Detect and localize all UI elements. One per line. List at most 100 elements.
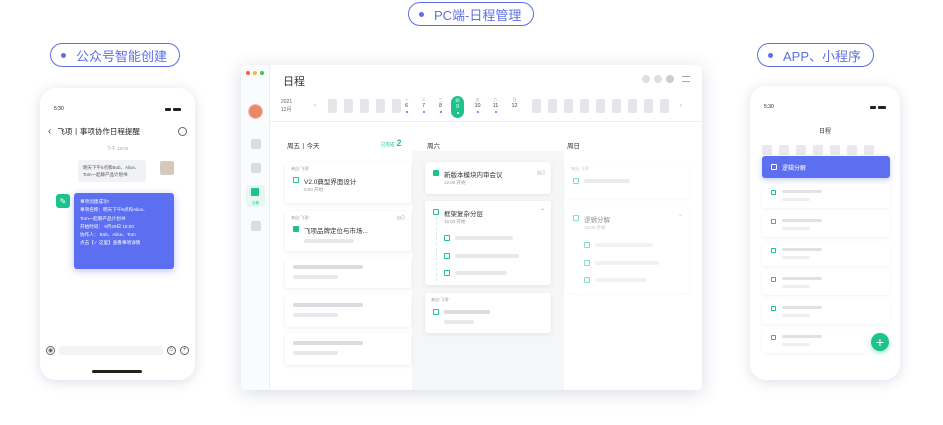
task-card[interactable]: 来自“飞项” V2.0典型界面设计 9:00 开始 bbox=[285, 162, 411, 203]
task-card[interactable]: 来自“飞项” bbox=[425, 293, 551, 333]
day-cell[interactable] bbox=[830, 145, 840, 155]
sidebar-item-3[interactable] bbox=[251, 221, 261, 231]
back-arrow-icon[interactable]: ‹ bbox=[48, 126, 51, 137]
checkbox-icon[interactable] bbox=[573, 178, 579, 184]
task-card-placeholder[interactable] bbox=[285, 295, 411, 327]
checkbox-checked-icon[interactable] bbox=[293, 226, 299, 232]
text-placeholder bbox=[293, 303, 363, 307]
signal-battery-icon bbox=[165, 107, 181, 111]
subtask-checkbox-icon[interactable] bbox=[444, 253, 450, 259]
subtask-checkbox-icon[interactable] bbox=[584, 260, 590, 266]
date-cell-today[interactable]: 四 9 bbox=[451, 96, 464, 118]
day-cell[interactable] bbox=[864, 145, 874, 155]
checkbox-icon[interactable] bbox=[771, 335, 776, 340]
collapse-arrow-icon[interactable]: ⌃ bbox=[540, 208, 545, 215]
sidebar-item-schedule[interactable]: 日程 bbox=[246, 185, 265, 207]
text-placeholder bbox=[782, 227, 810, 230]
day-cell[interactable] bbox=[796, 145, 806, 155]
task-row[interactable] bbox=[762, 329, 866, 353]
subtask-placeholder bbox=[455, 254, 519, 258]
view-detail-link[interactable]: 点击【✓ 这里】查看事项详情 bbox=[80, 239, 168, 247]
checkbox-icon[interactable] bbox=[433, 309, 439, 315]
checkbox-checked-icon[interactable] bbox=[433, 170, 439, 176]
checkbox-icon[interactable] bbox=[433, 209, 439, 215]
task-row[interactable] bbox=[762, 300, 890, 324]
day-cell[interactable] bbox=[779, 145, 789, 155]
date-cell[interactable]: 三 8 bbox=[436, 97, 445, 113]
task-row[interactable] bbox=[762, 184, 890, 208]
date-placeholder bbox=[360, 99, 369, 113]
subtask-checkbox-icon[interactable] bbox=[444, 270, 450, 276]
checkbox-icon[interactable] bbox=[573, 215, 579, 221]
subtask-checkbox-icon[interactable] bbox=[584, 277, 590, 283]
subtask-checkbox-icon[interactable] bbox=[584, 242, 590, 248]
checkbox-icon[interactable] bbox=[771, 248, 776, 253]
column-header-sunday: 周日 bbox=[567, 143, 580, 150]
event-dot-icon bbox=[439, 111, 442, 113]
task-card-placeholder[interactable] bbox=[285, 258, 411, 288]
control-dot-icon[interactable] bbox=[666, 75, 674, 83]
sidebar-item-2[interactable] bbox=[251, 163, 261, 173]
next-week-arrow-icon[interactable]: › bbox=[680, 103, 682, 109]
column-header-friday: 周五丨今天 bbox=[287, 143, 320, 150]
task-created-card[interactable]: 事项创建成功! 事项名称：明天下午5点和Alice、 Tom一起聊产品计划书 开… bbox=[74, 193, 174, 269]
date-cell[interactable]: 一 6 bbox=[402, 97, 411, 113]
date-placeholder bbox=[328, 99, 337, 113]
date-cell[interactable]: 二 7 bbox=[419, 97, 428, 113]
column-header-saturday: 周六 bbox=[427, 143, 440, 150]
status-time: 5:30 bbox=[54, 106, 64, 112]
date-cell[interactable]: 六 11 bbox=[491, 97, 500, 113]
bullet-icon bbox=[768, 52, 773, 58]
status-bar: 5:30 bbox=[750, 100, 900, 114]
message-input[interactable] bbox=[59, 345, 163, 355]
chat-input-bar: ◉ ☺ + bbox=[40, 342, 195, 358]
task-row[interactable] bbox=[762, 271, 890, 295]
task-card[interactable]: 新版本模块内审会议 12:00 开始 自己 bbox=[425, 162, 551, 194]
task-row[interactable] bbox=[762, 242, 890, 266]
task-card[interactable]: 来自“飞项” bbox=[565, 162, 689, 198]
day-cell[interactable] bbox=[847, 145, 857, 155]
subtask-checkbox-icon[interactable] bbox=[444, 235, 450, 241]
text-placeholder bbox=[782, 285, 810, 288]
date-cell[interactable]: 日 12 bbox=[510, 97, 519, 110]
plus-icon[interactable]: + bbox=[180, 345, 189, 355]
checkbox-icon[interactable] bbox=[771, 219, 776, 224]
voice-icon[interactable]: ◉ bbox=[46, 345, 55, 355]
checkbox-icon[interactable] bbox=[771, 164, 777, 170]
profile-icon[interactable] bbox=[178, 126, 187, 136]
date-placeholder bbox=[344, 99, 353, 113]
task-card-placeholder[interactable] bbox=[285, 333, 411, 365]
checkbox-icon[interactable] bbox=[293, 177, 299, 183]
minimize-dot-icon[interactable] bbox=[253, 71, 257, 75]
text-placeholder bbox=[782, 335, 822, 338]
checkbox-icon[interactable] bbox=[771, 190, 776, 195]
sidebar-item-1[interactable] bbox=[251, 139, 261, 149]
event-dot-icon bbox=[494, 111, 497, 113]
task-card-expanded[interactable]: 框架复杂分层 16:00 开始 ⌃ bbox=[425, 201, 551, 285]
date-placeholder bbox=[532, 99, 541, 113]
user-avatar[interactable] bbox=[248, 104, 263, 119]
bullet-icon bbox=[61, 52, 66, 58]
task-card-expanded[interactable]: 逻辑分解 16:00 开始 ⌃ bbox=[565, 207, 689, 293]
app-sidebar: 日程 bbox=[241, 65, 270, 390]
checkbox-icon[interactable] bbox=[771, 277, 776, 282]
control-dot-icon[interactable] bbox=[642, 75, 650, 83]
completed-count-badge[interactable]: 已完成 2 bbox=[381, 138, 402, 148]
text-placeholder bbox=[782, 277, 822, 280]
add-task-button[interactable]: + bbox=[871, 333, 889, 351]
date-cell[interactable]: 五 10 bbox=[473, 97, 482, 113]
control-dot-icon[interactable] bbox=[654, 75, 662, 83]
task-row[interactable] bbox=[762, 213, 890, 237]
prev-week-arrow-icon[interactable]: ‹ bbox=[314, 103, 316, 109]
day-cell[interactable] bbox=[762, 145, 772, 155]
close-dot-icon[interactable] bbox=[246, 71, 250, 75]
checkbox-icon[interactable] bbox=[771, 306, 776, 311]
menu-icon[interactable] bbox=[682, 76, 690, 82]
task-card[interactable]: 来自“飞项” 自己 飞项品牌定位与市场... bbox=[285, 211, 411, 251]
selected-task-row[interactable]: 逻辑分解 bbox=[762, 156, 890, 178]
collapse-arrow-icon[interactable]: ⌃ bbox=[678, 214, 683, 221]
date-placeholder bbox=[580, 99, 589, 113]
maximize-dot-icon[interactable] bbox=[260, 71, 264, 75]
day-cell[interactable] bbox=[813, 145, 823, 155]
emoji-icon[interactable]: ☺ bbox=[167, 345, 176, 355]
